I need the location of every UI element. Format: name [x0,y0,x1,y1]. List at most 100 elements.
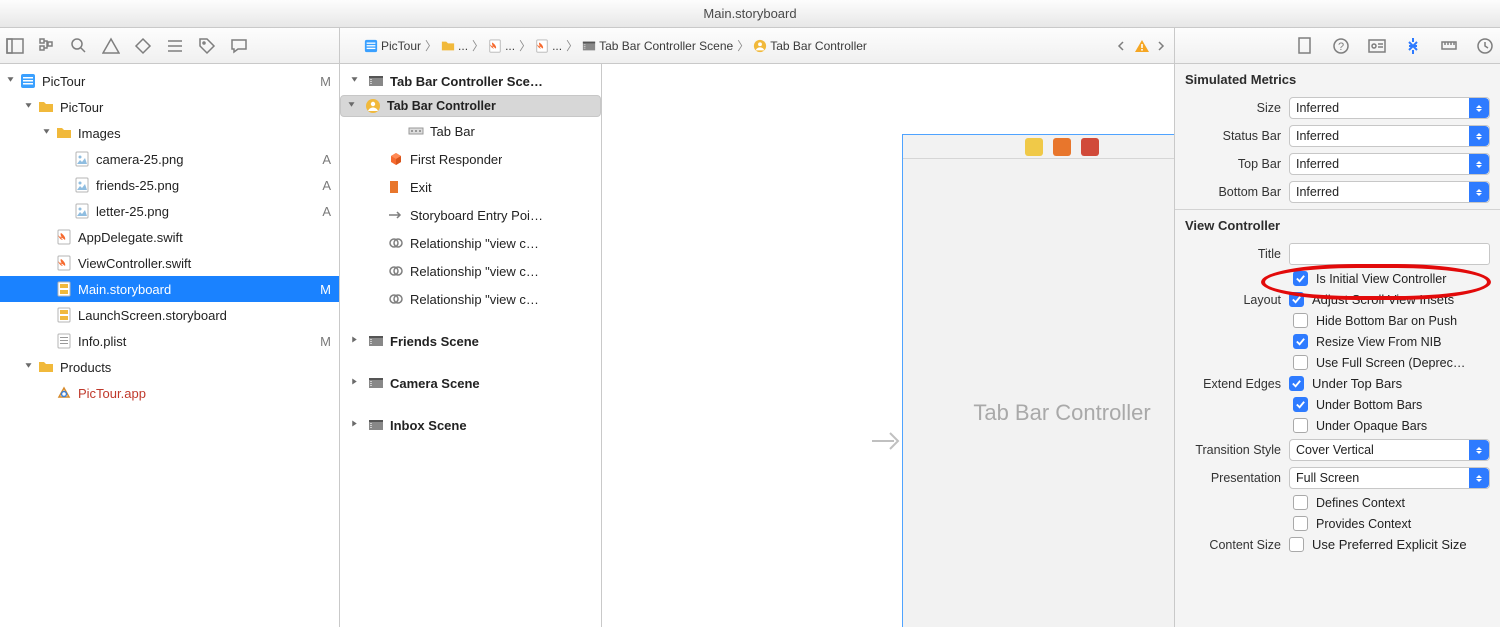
attributes-inspector-icon[interactable] [1404,37,1422,55]
breadcrumb-item[interactable]: Tab Bar Controller [753,39,867,53]
file-tree-row[interactable]: ViewController.swift [0,250,339,276]
debug-navigator-icon[interactable] [166,37,184,55]
disclosure-icon[interactable] [350,377,362,389]
under-top-checkbox[interactable] [1289,376,1304,391]
project-navigator-icon[interactable] [6,37,24,55]
exit-icon[interactable] [1081,138,1099,156]
outline-row[interactable]: Tab Bar Controller [340,95,601,117]
outline-row[interactable]: Tab Bar Controller Sce… [340,67,601,95]
report-navigator-icon[interactable] [230,37,248,55]
title-input[interactable] [1289,243,1490,265]
use-preferred-checkbox[interactable] [1289,537,1304,552]
adjust-scroll-checkbox[interactable] [1289,292,1304,307]
find-navigator-icon[interactable] [70,37,88,55]
disclosure-icon[interactable] [347,100,359,112]
defines-context-checkbox[interactable] [1293,495,1308,510]
under-opaque-checkbox[interactable] [1293,418,1308,433]
jump-bar[interactable]: PicTour〉...〉...〉...〉Tab Bar Controller S… [340,28,1174,64]
resize-nib-checkbox[interactable] [1293,334,1308,349]
breakpoint-navigator-icon[interactable] [198,37,216,55]
file-tree-row[interactable]: AppDelegate.swift [0,224,339,250]
scene-icon [368,417,384,433]
document-outline[interactable]: Tab Bar Controller Sce…Tab Bar Controlle… [340,64,602,627]
breadcrumb-item[interactable]: Tab Bar Controller Scene [582,39,733,53]
outline-row[interactable]: Camera Scene [340,369,601,397]
outline-row[interactable]: Storyboard Entry Poi… [340,201,601,229]
disclosure-icon[interactable] [350,419,362,431]
top-bar-select[interactable]: Inferred [1289,153,1490,175]
entry-icon [388,207,404,223]
file-tree-row[interactable]: Images [0,120,339,146]
scene-icon [368,73,384,89]
under-bottom-checkbox[interactable] [1293,397,1308,412]
file-tree-row[interactable]: LaunchScreen.storyboard [0,302,339,328]
presentation-select[interactable]: Full Screen [1289,467,1490,489]
breadcrumb-item[interactable]: PicTour [364,39,421,53]
outline-row[interactable]: Friends Scene [340,327,601,355]
breadcrumb[interactable]: PicTour〉...〉...〉...〉Tab Bar Controller S… [364,37,867,54]
issue-navigator-icon[interactable] [102,37,120,55]
file-tree-row[interactable]: PicTourM [0,68,339,94]
first-responder-icon[interactable] [1053,138,1071,156]
initial-vc-row[interactable]: Is Initial View Controller [1185,271,1490,286]
file-tree-row[interactable]: Main.storyboardM [0,276,339,302]
disclosure-icon[interactable] [24,101,36,113]
status-bar-label: Status Bar [1185,129,1281,143]
size-inspector-icon[interactable] [1440,37,1458,55]
breadcrumb-item[interactable]: ... [488,39,515,53]
identity-inspector-icon[interactable] [1368,37,1386,55]
png-icon [74,203,90,219]
connections-inspector-icon[interactable] [1476,37,1494,55]
disclosure-icon[interactable] [42,127,54,139]
hide-bottom-checkbox[interactable] [1293,313,1308,328]
file-tree-row[interactable]: letter-25.pngA [0,198,339,224]
outline-row[interactable]: Tab Bar [340,117,601,145]
fullscreen-checkbox[interactable] [1293,355,1308,370]
file-label: Images [78,126,331,141]
disclosure-icon[interactable] [24,361,36,373]
nav-prev-icon[interactable] [1116,40,1128,52]
file-tree-row[interactable]: PicTour.app [0,380,339,406]
size-select[interactable]: Inferred [1289,97,1490,119]
storyboard-icon [56,307,72,323]
disclosure-icon[interactable] [350,335,362,347]
outline-row[interactable]: Exit [340,173,601,201]
outline-row[interactable]: Relationship "view c… [340,229,601,257]
top-bar-label: Top Bar [1185,157,1281,171]
initial-vc-checkbox[interactable] [1293,271,1308,286]
breadcrumb-item[interactable]: ... [535,39,562,53]
file-tree-row[interactable]: Products [0,354,339,380]
file-label: Info.plist [78,334,316,349]
navigator-toolbar [0,28,339,64]
file-tree-row[interactable]: camera-25.pngA [0,146,339,172]
outline-row[interactable]: Relationship "view c… [340,285,601,313]
storyboard-canvas[interactable]: Tab Bar Controller [602,64,1174,627]
nav-next-icon[interactable] [1156,40,1168,52]
provides-context-checkbox[interactable] [1293,516,1308,531]
file-label: Products [60,360,331,375]
quick-help-icon[interactable] [1332,37,1350,55]
scene-dock[interactable] [903,135,1174,159]
disclosure-icon[interactable] [6,75,18,87]
disclosure-icon[interactable] [350,75,362,87]
file-inspector-icon[interactable] [1296,37,1314,55]
window-titlebar: Main.storyboard [0,0,1500,28]
project-file-tree[interactable]: PicTourMPicTour Images camera-25.pngAfrien… [0,64,339,627]
status-bar-select[interactable]: Inferred [1289,125,1490,147]
file-tree-row[interactable]: PicTour [0,94,339,120]
tab-bar-controller-view[interactable]: Tab Bar Controller [902,134,1174,627]
outline-row[interactable]: Inbox Scene [340,411,601,439]
bottom-bar-select[interactable]: Inferred [1289,181,1490,203]
breadcrumb-item[interactable]: ... [441,39,468,53]
view-controller-icon[interactable] [1025,138,1043,156]
issues-warning-icon[interactable] [1134,38,1150,54]
transition-select[interactable]: Cover Vertical [1289,439,1490,461]
file-tree-row[interactable]: friends-25.pngA [0,172,339,198]
folder-yellow-icon [38,359,54,375]
test-navigator-icon[interactable] [134,37,152,55]
file-tree-row[interactable]: Info.plistM [0,328,339,354]
outline-row[interactable]: Relationship "view c… [340,257,601,285]
outline-row[interactable]: First Responder [340,145,601,173]
layout-label: Layout [1185,293,1281,307]
symbol-navigator-icon[interactable] [38,37,56,55]
